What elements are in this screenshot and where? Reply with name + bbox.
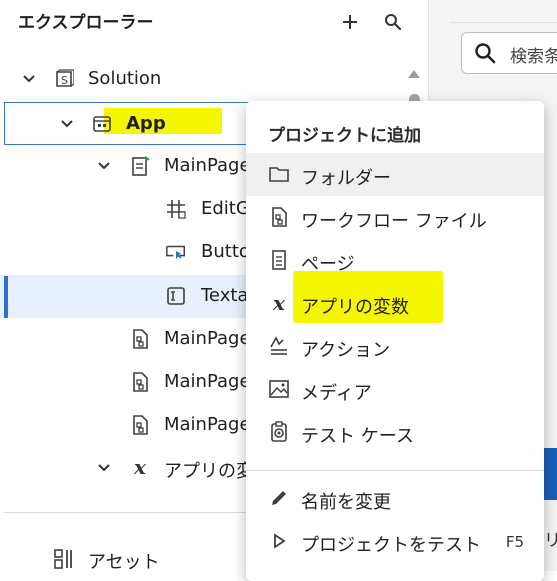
app-icon xyxy=(91,113,113,135)
context-menu-header: プロジェクトに追加 xyxy=(268,126,421,146)
explorer-title: エクスプローラー xyxy=(18,13,154,33)
assets-icon xyxy=(52,548,74,570)
tree-label-mainpage: MainPage xyxy=(164,155,251,176)
pencil-icon xyxy=(268,487,290,509)
tree-label-app: App xyxy=(126,113,166,134)
menu-label-media: メディア xyxy=(301,383,372,404)
search-tree-button[interactable] xyxy=(381,10,405,34)
menu-item-app-variables[interactable]: x アプリの変数 xyxy=(246,282,544,325)
folder-icon xyxy=(268,163,290,185)
solution-icon: S xyxy=(53,68,75,90)
variable-icon: x xyxy=(134,455,146,479)
menu-label-workflow-file: ワークフロー ファイル xyxy=(301,211,487,232)
grid-icon xyxy=(165,198,187,220)
test-case-icon xyxy=(268,421,290,443)
variable-icon: x xyxy=(273,291,285,315)
page-icon xyxy=(129,155,151,177)
workflow-file-icon xyxy=(129,328,151,350)
button-control-icon xyxy=(165,241,187,263)
menu-item-action[interactable]: アクション xyxy=(246,325,544,368)
media-icon xyxy=(268,378,290,400)
shortcut-hint: F5 xyxy=(505,533,524,551)
tree-label-editgrid: EditG xyxy=(201,198,250,219)
workflow-file-icon xyxy=(129,371,151,393)
chevron-down-icon[interactable] xyxy=(96,460,112,476)
chevron-down-icon[interactable] xyxy=(59,116,75,132)
scroll-up-icon[interactable] xyxy=(408,70,420,78)
menu-label-test-project: プロジェクトをテスト xyxy=(301,535,481,556)
workflow-file-icon xyxy=(129,414,151,436)
menu-separator xyxy=(246,470,544,471)
textbox-icon xyxy=(165,285,187,307)
tree-label-button: Butto xyxy=(201,241,250,262)
selection-indicator xyxy=(4,276,8,318)
search-placeholder: 検索条 xyxy=(510,47,557,67)
menu-label-action: アクション xyxy=(301,340,391,361)
tree-label-textarea: Texta xyxy=(201,285,249,306)
menu-item-test-case[interactable]: テスト ケース xyxy=(246,411,544,454)
search-input[interactable]: 検索条 xyxy=(461,32,557,74)
play-icon xyxy=(268,530,290,552)
chevron-down-icon[interactable] xyxy=(21,71,37,87)
panel-divider xyxy=(450,22,557,23)
menu-label-test-case: テスト ケース xyxy=(301,426,414,447)
search-icon xyxy=(474,42,496,68)
tree-label-app-variables: アプリの変 xyxy=(164,461,254,482)
menu-item-media[interactable]: メディア xyxy=(246,368,544,411)
tree-label-workflow-1: MainPage xyxy=(164,328,251,349)
assets-label: アセット xyxy=(88,552,160,573)
page-icon xyxy=(268,249,290,271)
right-partial-text: リ xyxy=(544,531,557,551)
menu-item-rename[interactable]: 名前を変更 xyxy=(246,477,544,520)
menu-label-rename: 名前を変更 xyxy=(301,492,391,513)
tree-label-workflow-3: MainPage xyxy=(164,414,251,435)
action-icon xyxy=(268,335,290,357)
menu-item-test-project[interactable]: プロジェクトをテスト F5 xyxy=(246,520,544,563)
menu-label-folder: フォルダー xyxy=(301,168,391,189)
add-button[interactable] xyxy=(338,10,362,34)
menu-item-folder[interactable]: フォルダー xyxy=(246,153,544,196)
workflow-file-icon xyxy=(268,206,290,228)
chevron-down-icon[interactable] xyxy=(96,158,112,174)
tree-item-solution[interactable]: S Solution xyxy=(0,58,404,101)
tree-label-workflow-2: MainPage xyxy=(164,371,251,392)
svg-text:S: S xyxy=(61,74,68,87)
menu-item-workflow-file[interactable]: ワークフロー ファイル xyxy=(246,196,544,239)
menu-label-app-variables: アプリの変数 xyxy=(301,297,409,318)
tree-label-solution: Solution xyxy=(88,68,162,89)
